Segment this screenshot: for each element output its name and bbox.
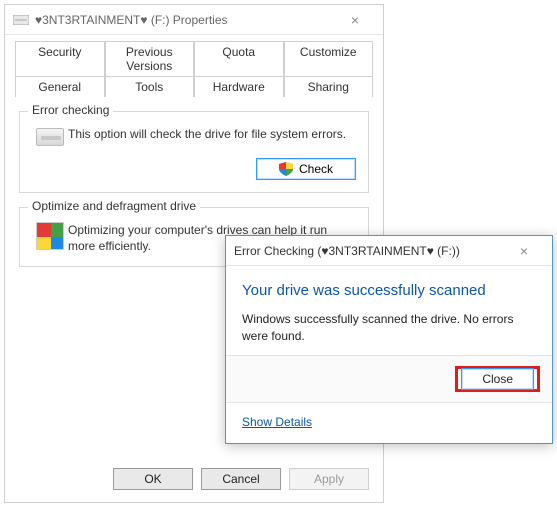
ok-button[interactable]: OK [113, 468, 193, 490]
properties-title: ♥3NT3RTAINMENT♥ (F:) Properties [35, 13, 335, 27]
dialog-title: Error Checking (♥3NT3RTAINMENT♥ (F:)) [234, 244, 504, 258]
shield-icon [279, 162, 293, 176]
close-button-highlight: Close [455, 366, 540, 392]
tab-security[interactable]: Security [15, 41, 105, 76]
tab-hardware[interactable]: Hardware [194, 76, 284, 97]
error-checking-label: Error checking [28, 103, 113, 117]
dialog-close-icon[interactable]: × [504, 243, 544, 259]
tabs: SecurityPrevious VersionsQuotaCustomize … [5, 35, 383, 97]
defrag-icon [36, 222, 64, 250]
dialog-heading: Your drive was successfully scanned [242, 282, 536, 299]
cancel-button[interactable]: Cancel [201, 468, 281, 490]
window-close-icon[interactable]: × [335, 12, 375, 28]
tab-tools[interactable]: Tools [105, 76, 195, 97]
tab-general[interactable]: General [15, 76, 105, 97]
dialog-message: Windows successfully scanned the drive. … [242, 311, 536, 345]
close-button[interactable]: Close [461, 368, 534, 390]
error-checking-group: Error checking This option will check th… [19, 111, 369, 193]
check-button[interactable]: Check [256, 158, 356, 180]
error-checking-dialog: Error Checking (♥3NT3RTAINMENT♥ (F:)) × … [225, 235, 553, 444]
error-checking-desc: This option will check the drive for fil… [68, 126, 356, 142]
defrag-label: Optimize and defragment drive [28, 199, 200, 213]
check-button-label: Check [299, 162, 333, 176]
tab-sharing[interactable]: Sharing [284, 76, 374, 97]
show-details-link[interactable]: Show Details [242, 415, 312, 429]
tab-quota[interactable]: Quota [194, 41, 284, 76]
dialog-buttons: OK Cancel Apply [113, 468, 369, 490]
apply-button: Apply [289, 468, 369, 490]
dialog-titlebar[interactable]: Error Checking (♥3NT3RTAINMENT♥ (F:)) × [226, 236, 552, 266]
tab-previous-versions[interactable]: Previous Versions [105, 41, 195, 76]
drive-icon [13, 15, 29, 25]
drive-small-icon [36, 128, 64, 146]
tab-customize[interactable]: Customize [284, 41, 374, 76]
properties-titlebar[interactable]: ♥3NT3RTAINMENT♥ (F:) Properties × [5, 5, 383, 35]
